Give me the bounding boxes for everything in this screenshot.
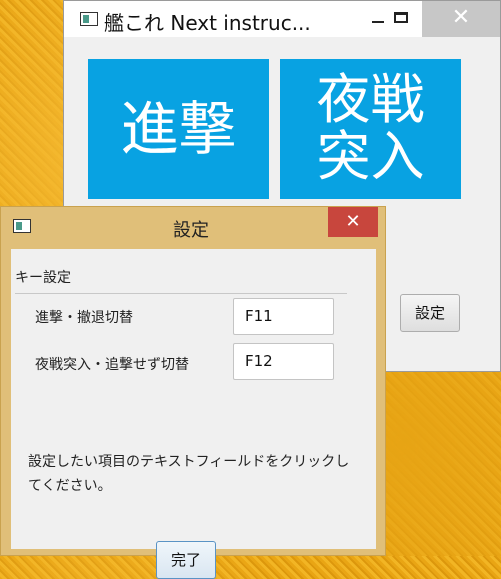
main-window-title: 艦これ Next instruc... [104,11,311,35]
advance-button[interactable]: 進撃 [88,59,269,199]
key-settings-label: キー設定 [15,270,71,286]
night-battle-label-line2: 突入 [316,125,425,188]
night-battle-button[interactable]: 夜戦 突入 [280,59,461,199]
dialog-content: キー設定 進撃・撤退切替 F11 夜戦突入・追撃せず切替 F12 設定したい項目… [11,249,376,579]
divider [15,293,347,294]
dialog-app-icon [13,219,31,233]
dialog-title: 設定 [173,220,209,241]
toggle-advance-retreat-key-field[interactable]: F11 [233,298,334,335]
night-battle-label-line1: 夜戦 [316,68,425,132]
toggle-advance-retreat-label: 進撃・撤退切替 [35,310,133,326]
settings-dialog: 設定 ✕ キー設定 進撃・撤退切替 F11 夜戦突入・追撃せず切替 F12 設定… [0,206,386,579]
app-icon [80,12,98,26]
dialog-close-icon[interactable]: ✕ [328,207,378,237]
dialog-title-bar[interactable]: 設定 ✕ [1,207,385,245]
toggle-night-pursuit-label: 夜戦突入・追撃せず切替 [35,357,189,373]
advance-label: 進撃 [120,94,237,163]
main-title-bar[interactable]: 艦これ Next instruc... ✕ [64,1,500,37]
toggle-night-pursuit-key-field[interactable]: F12 [233,343,334,380]
instruction-text: 設定したい項目のテキストフィールドをクリックしてください。 [28,454,350,494]
settings-button[interactable]: 設定 [400,294,460,332]
close-icon[interactable]: ✕ [422,1,500,37]
done-button[interactable]: 完了 [156,541,216,579]
